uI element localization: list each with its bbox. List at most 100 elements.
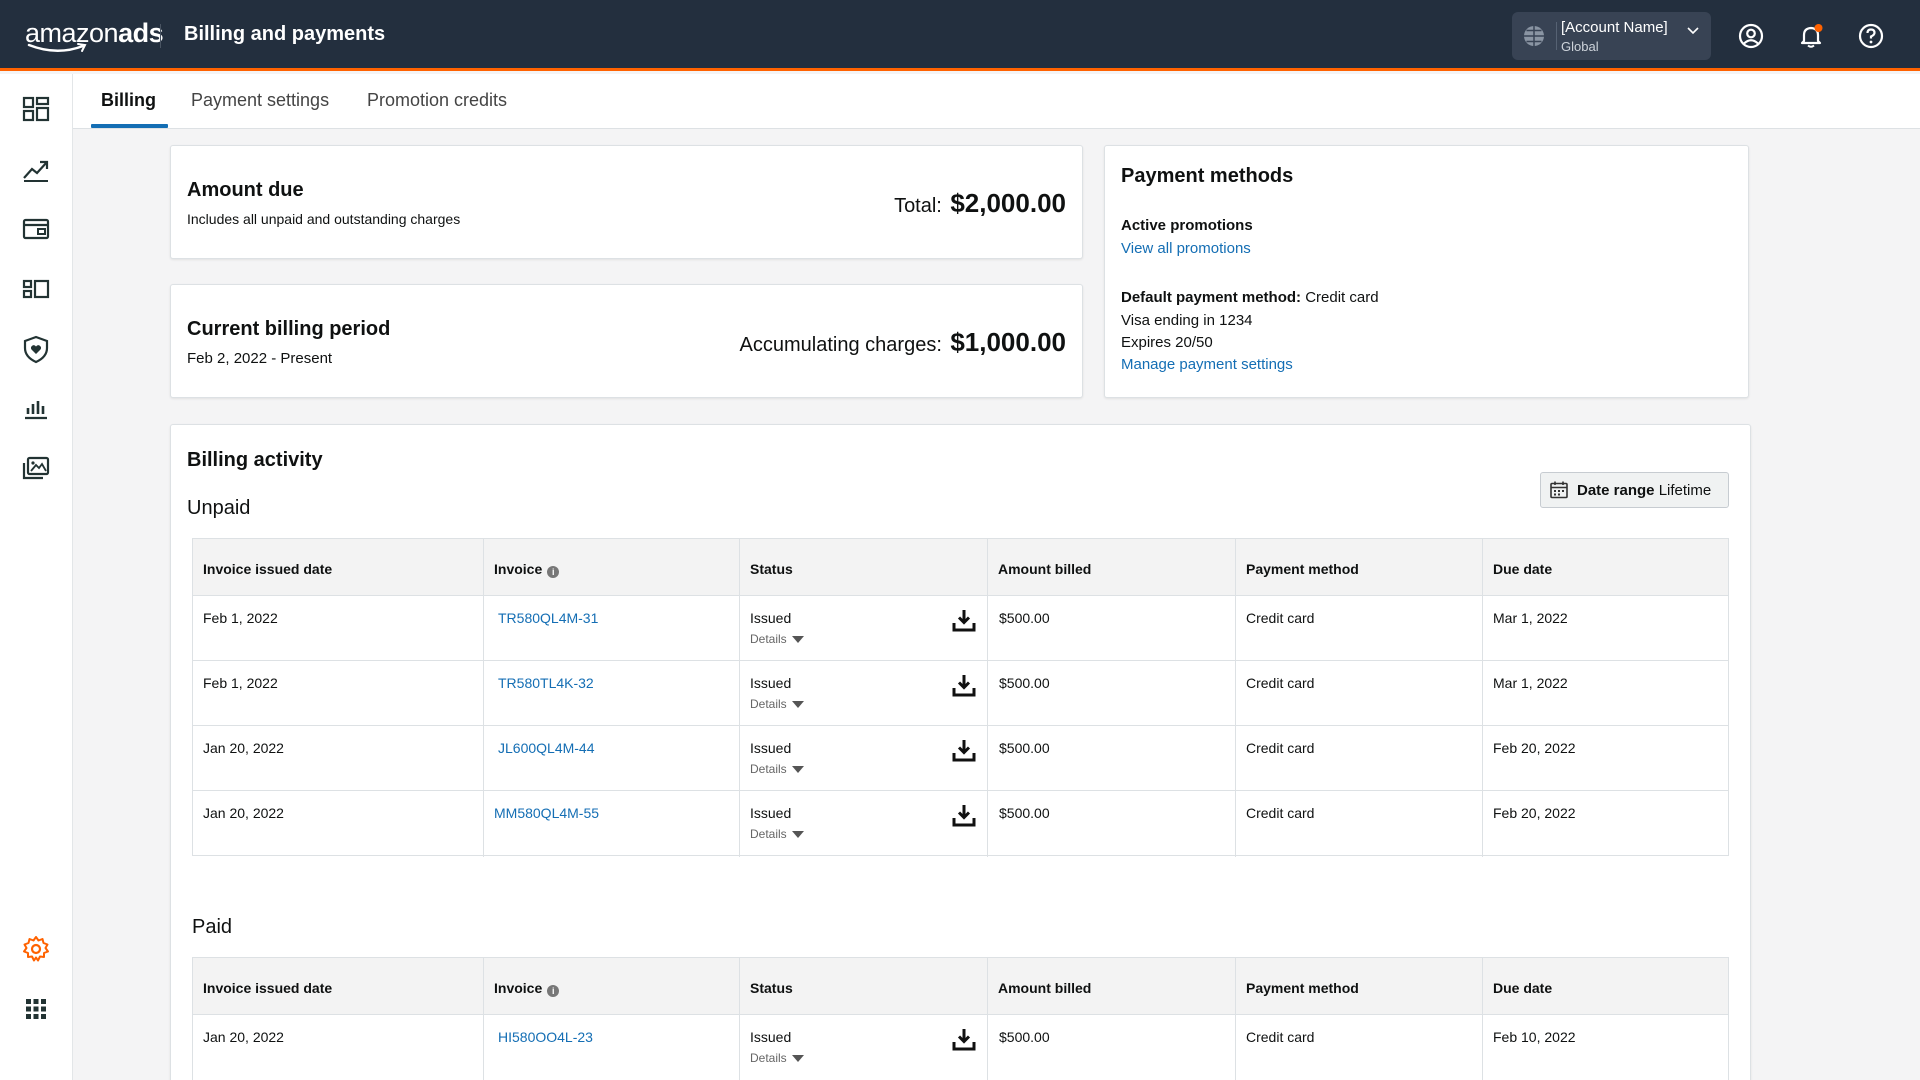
logo-word-ads: ads [118, 18, 164, 48]
column-divider [1482, 539, 1483, 857]
total-value: $2,000.00 [950, 188, 1066, 218]
cell-issued-date: Jan 20, 2022 [203, 1029, 284, 1045]
tab-promotion-credits[interactable]: Promotion credits [367, 90, 507, 111]
invoice-link[interactable]: TR580TL4K-32 [498, 675, 594, 691]
cell-issued-date: Feb 1, 2022 [203, 675, 278, 691]
trend-icon[interactable] [21, 154, 51, 184]
details-label: Details [750, 632, 787, 646]
cell-due-date: Feb 20, 2022 [1493, 740, 1576, 756]
info-icon[interactable]: i [547, 566, 560, 578]
active-tab-indicator [91, 124, 168, 128]
bar-chart-icon[interactable] [21, 394, 51, 424]
column-divider [1482, 958, 1483, 1080]
date-range-button[interactable]: Date range Lifetime [1540, 472, 1729, 508]
cell-status: Issued [750, 1029, 792, 1045]
unpaid-table-header: Invoice issued date Invoice i Status Amou… [193, 539, 1728, 596]
col-invoice: Invoice i [494, 980, 560, 997]
column-divider [483, 958, 484, 1080]
caret-down-icon [791, 1055, 804, 1062]
top-bar: amazonads Billing and payments [Account … [0, 0, 1920, 71]
settings-icon[interactable] [21, 934, 51, 964]
cell-amount: $500.00 [999, 740, 1050, 756]
download-icon[interactable] [952, 608, 976, 632]
col-payment-method: Payment method [1246, 561, 1359, 577]
col-amount-billed: Amount billed [998, 561, 1092, 577]
cell-issued-date: Jan 20, 2022 [203, 805, 284, 821]
active-promotions-label: Active promotions [1121, 217, 1253, 234]
cell-status: Issued [750, 675, 792, 691]
campaigns-icon[interactable] [21, 274, 51, 304]
calendar-icon [1550, 481, 1568, 499]
manage-payment-settings-link[interactable]: Manage payment settings [1121, 356, 1293, 373]
cell-status: Issued [750, 805, 792, 821]
billing-period-dates: Feb 2, 2022 - Present [187, 350, 333, 367]
download-icon[interactable] [952, 803, 976, 827]
billing-period-title: Current billing period [187, 318, 391, 340]
details-toggle[interactable]: Details [750, 827, 804, 841]
details-label: Details [750, 827, 787, 841]
amount-due-card: Amount due Includes all unpaid and outst… [170, 145, 1083, 259]
cell-status: Issued [750, 740, 792, 756]
cell-method: Credit card [1246, 1029, 1315, 1045]
download-icon[interactable] [952, 738, 976, 762]
cell-amount: $500.00 [999, 610, 1050, 626]
card-ending: Visa ending in 1234 [1121, 312, 1253, 329]
invoice-link[interactable]: MM580QL4M-55 [494, 805, 599, 821]
details-toggle[interactable]: Details [750, 1051, 804, 1065]
view-all-promotions-link[interactable]: View all promotions [1121, 240, 1251, 257]
total-label: Total: [894, 195, 942, 217]
page-title: Billing and payments [184, 23, 386, 45]
accumulating-charges: Accumulating charges: $1,000.00 [740, 327, 1066, 358]
paid-heading: Paid [192, 916, 233, 938]
table-row: Jan 20, 2022 JL600QL4M-44 Issued Details… [193, 726, 1728, 791]
card-expiry: Expires 20/50 [1121, 334, 1213, 351]
table-row: Feb 1, 2022 TR580TL4K-32 Issued Details … [193, 661, 1728, 726]
col-amount-billed: Amount billed [998, 980, 1092, 996]
invoice-link[interactable]: JL600QL4M-44 [498, 740, 595, 756]
charges-label: Accumulating charges: [739, 334, 942, 356]
date-range-value: Lifetime [1658, 482, 1712, 499]
caret-down-icon [791, 636, 804, 643]
media-icon[interactable] [21, 454, 51, 484]
default-payment-method: Default payment method: Credit card [1121, 289, 1379, 306]
cell-due-date: Feb 10, 2022 [1493, 1029, 1576, 1045]
details-toggle[interactable]: Details [750, 762, 804, 776]
tab-billing[interactable]: Billing [101, 90, 156, 111]
logo-smile-icon [27, 43, 87, 52]
col-due-date: Due date [1493, 561, 1553, 577]
payment-methods-title: Payment methods [1121, 165, 1294, 187]
invoice-link[interactable]: HI580OO4L-23 [498, 1029, 593, 1045]
details-toggle[interactable]: Details [750, 632, 804, 646]
shield-heart-icon[interactable] [21, 334, 51, 364]
paid-table-header: Invoice issued date Invoice i Status Amou… [193, 958, 1728, 1015]
unpaid-heading: Unpaid [187, 497, 251, 519]
details-toggle[interactable]: Details [750, 697, 804, 711]
column-divider [1235, 539, 1236, 857]
cell-method: Credit card [1246, 740, 1315, 756]
invoice-link[interactable]: TR580QL4M-31 [498, 610, 598, 626]
dashboard-icon[interactable] [21, 94, 51, 124]
cell-amount: $500.00 [999, 675, 1050, 691]
user-circle-icon[interactable] [1737, 22, 1765, 50]
unpaid-table: Invoice issued date Invoice i Status Amou… [192, 538, 1729, 857]
col-status: Status [750, 561, 793, 577]
cell-issued-date: Feb 1, 2022 [203, 610, 278, 626]
caret-down-icon [791, 766, 804, 773]
cell-due-date: Feb 20, 2022 [1493, 805, 1576, 821]
paid-table: Invoice issued date Invoice i Status Amou… [192, 957, 1729, 1080]
col-status: Status [750, 980, 793, 996]
download-icon[interactable] [952, 673, 976, 697]
bell-icon[interactable] [1797, 22, 1825, 50]
account-switcher[interactable]: [Account Name] Global [1512, 12, 1711, 60]
amount-due-title: Amount due [187, 179, 304, 201]
info-icon[interactable]: i [547, 985, 560, 997]
cell-method: Credit card [1246, 805, 1315, 821]
header-divider [160, 24, 161, 48]
wallet-icon[interactable] [21, 214, 51, 244]
download-icon[interactable] [952, 1027, 976, 1051]
tab-payment-settings[interactable]: Payment settings [191, 90, 329, 111]
help-icon[interactable] [1857, 22, 1885, 50]
cell-due-date: Mar 1, 2022 [1493, 610, 1568, 626]
apps-grid-icon[interactable] [21, 994, 51, 1024]
cell-due-date: Mar 1, 2022 [1493, 675, 1568, 691]
